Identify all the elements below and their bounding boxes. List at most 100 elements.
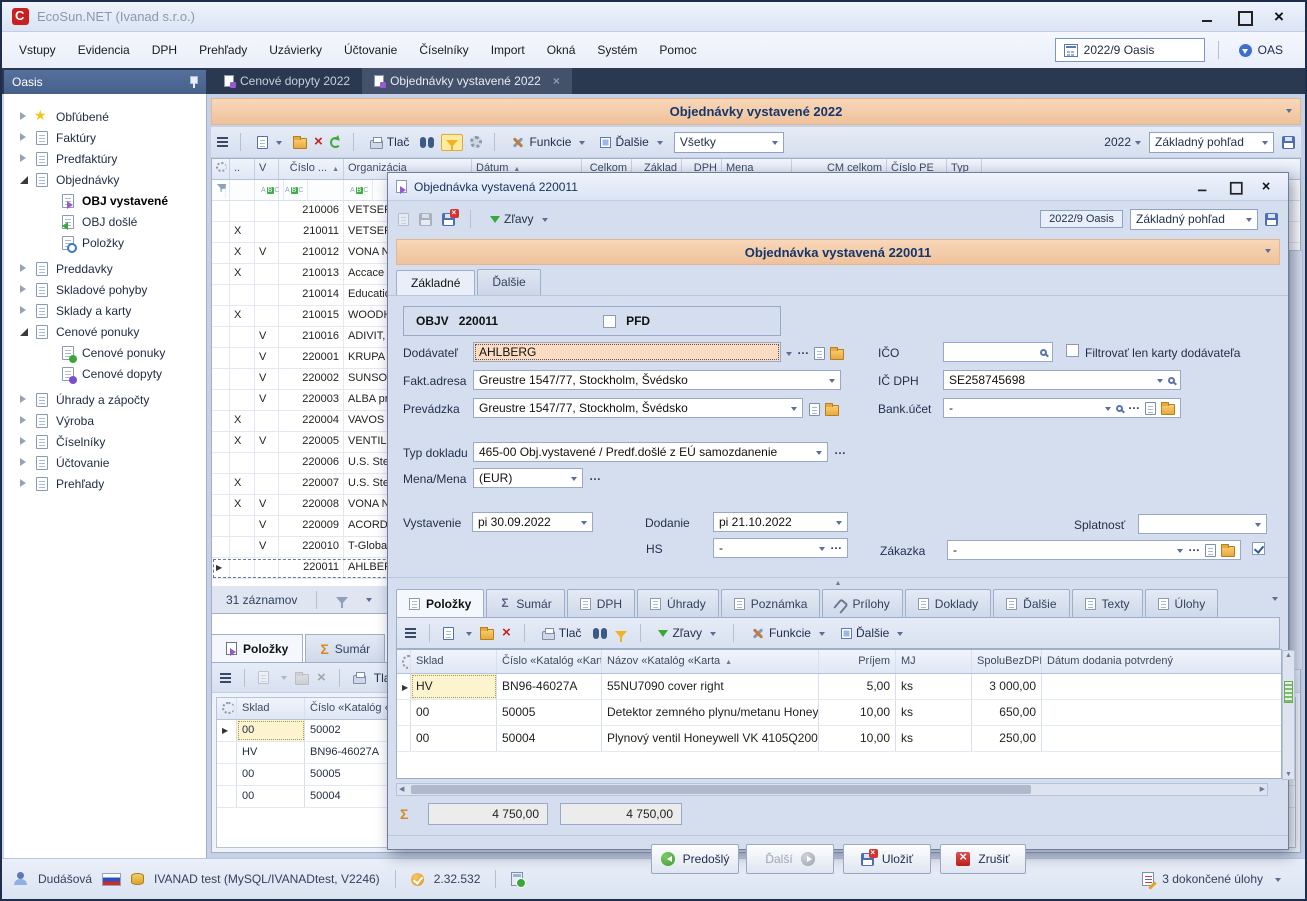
discounts-menu-button[interactable]: Zľavy xyxy=(654,623,720,643)
printer-icon[interactable] xyxy=(353,675,366,684)
sidebar-header[interactable]: Oasis xyxy=(4,70,206,94)
tree-expander-icon[interactable] xyxy=(20,416,30,426)
tree-expander-icon[interactable] xyxy=(20,238,30,248)
tree-expander-icon[interactable] xyxy=(20,348,30,358)
issued-date-field[interactable]: pi 30.09.2022 xyxy=(472,512,593,532)
tree-item[interactable]: Prehľady xyxy=(4,473,206,494)
icdph-field[interactable]: SE258745698 xyxy=(943,370,1181,390)
save-close-icon[interactable] xyxy=(442,213,455,226)
ico-field[interactable] xyxy=(943,342,1053,362)
tree-expander-icon[interactable] xyxy=(20,133,30,143)
document-tab[interactable]: Objednávky vystavené 2022 xyxy=(362,68,572,94)
detail-tab[interactable]: Ďalšie xyxy=(993,589,1069,617)
dialog-view-select[interactable]: Základný pohľad xyxy=(1130,209,1258,230)
tree-item[interactable]: Objednávky xyxy=(4,169,206,190)
dialog-minimize-button[interactable] xyxy=(1197,181,1209,191)
period-selector[interactable]: 2022/9 Oasis xyxy=(1055,38,1205,62)
column-header[interactable]: Sklad xyxy=(411,650,497,673)
search-icon[interactable] xyxy=(593,628,607,639)
tree-expander-icon[interactable] xyxy=(20,306,30,316)
dialog-maximize-button[interactable] xyxy=(1229,181,1241,191)
grid-settings-icon[interactable] xyxy=(402,655,411,669)
open-address-icon[interactable] xyxy=(825,405,839,416)
due-date-field[interactable] xyxy=(1138,514,1267,534)
open-account-icon[interactable] xyxy=(1161,404,1175,415)
pin-icon[interactable] xyxy=(188,75,198,89)
menu-item[interactable]: Účtovanie xyxy=(333,38,408,62)
new-order-icon[interactable] xyxy=(1205,544,1216,557)
column-header[interactable]: SpoluBezDPH xyxy=(972,650,1042,673)
tree-expander-icon[interactable] xyxy=(20,285,30,295)
tree-item[interactable]: Obľúbené xyxy=(4,106,206,127)
detail-tab[interactable]: Prílohy xyxy=(822,589,902,617)
menu-icon[interactable] xyxy=(217,137,228,139)
tree-item[interactable]: Účtovanie xyxy=(4,452,206,473)
open-order-icon[interactable] xyxy=(1221,546,1235,557)
detail-tab[interactable]: Položky xyxy=(396,589,484,617)
tab-overflow-icon[interactable] xyxy=(1272,597,1278,604)
table-row[interactable]: HV BN96-46027A 55NU7090 cover right 5,00… xyxy=(397,674,1281,700)
bank-field[interactable]: - xyxy=(943,398,1181,418)
tree-item[interactable]: Číselníky xyxy=(4,431,206,452)
invoice-address-field[interactable]: Greustre 1547/77, Stockholm, Švédsko xyxy=(473,370,841,390)
search-icon[interactable] xyxy=(1040,349,1047,356)
menu-icon[interactable] xyxy=(405,628,416,630)
delete-item-icon[interactable] xyxy=(502,626,511,640)
more-menu-button[interactable]: Ďalšie xyxy=(837,623,907,643)
column-header[interactable]: Príjem xyxy=(819,650,896,673)
tree-expander-icon[interactable] xyxy=(20,264,30,274)
cancel-button[interactable]: Zrušiť xyxy=(940,844,1026,874)
discounts-menu-button[interactable]: Zľavy xyxy=(486,209,552,229)
tree-item[interactable]: Cenové ponuky xyxy=(4,342,206,363)
tree-item[interactable]: Skladové pohyby xyxy=(4,279,206,300)
open-item-icon[interactable] xyxy=(480,629,494,640)
tree-expander-icon[interactable] xyxy=(20,154,30,164)
tree-item[interactable]: Sklady a karty xyxy=(4,300,206,321)
column-header[interactable]: .. xyxy=(230,159,255,179)
tab-zakladne[interactable]: Základné xyxy=(396,270,475,296)
save-view-icon[interactable] xyxy=(1265,213,1278,226)
scrollbar-thumb[interactable] xyxy=(1284,681,1293,703)
table-row[interactable]: 00 50004 Plynový ventil Honeywell VK 410… xyxy=(397,726,1281,752)
tree-expander-icon[interactable] xyxy=(20,112,30,122)
menu-item[interactable]: Číselníky xyxy=(408,38,479,62)
tree-expander-icon[interactable] xyxy=(20,369,30,379)
detail-tab[interactable]: Úhrady xyxy=(637,589,719,617)
menu-item[interactable]: Evidencia xyxy=(67,38,141,62)
vertical-scrollbar[interactable] xyxy=(1289,250,1303,670)
filter-funnel-icon[interactable] xyxy=(615,631,627,638)
filter-type-select[interactable]: Všetky xyxy=(674,132,784,153)
save-button[interactable]: Uložiť xyxy=(843,844,931,874)
delete-icon[interactable] xyxy=(314,135,323,149)
grid-settings-icon[interactable] xyxy=(222,702,235,714)
doc-kind-field[interactable]: 465-00 Obj.vystavené / Predf.došlé z EÚ … xyxy=(473,442,828,462)
new-card-icon[interactable] xyxy=(814,347,825,360)
hs-field[interactable]: - xyxy=(713,538,848,558)
supplier-field[interactable]: AHLBERG xyxy=(473,342,781,362)
tree-item[interactable]: Faktúry xyxy=(4,127,206,148)
column-header[interactable]: Číslo ... xyxy=(279,159,344,179)
previous-button[interactable]: Predošlý xyxy=(651,844,739,874)
print-button[interactable]: Tlač xyxy=(366,132,414,152)
new-item-icon[interactable] xyxy=(443,627,454,640)
order-lookup-button[interactable] xyxy=(1188,543,1200,557)
tree-item[interactable]: Výroba xyxy=(4,410,206,431)
column-header[interactable]: Názov «Katalóg «Karta xyxy=(602,650,819,673)
language-flag-icon[interactable] xyxy=(102,873,121,886)
table-row[interactable]: 00 50005 Detektor zemného plynu/metanu H… xyxy=(397,700,1281,726)
detail-tab[interactable]: Úlohy xyxy=(1145,589,1219,617)
tab-dalsie[interactable]: Ďalšie xyxy=(477,269,540,295)
search-icon[interactable] xyxy=(420,137,434,148)
tree-expander-icon[interactable] xyxy=(20,437,30,447)
tree-expander-icon[interactable] xyxy=(20,458,30,468)
banner-dropdown-icon[interactable] xyxy=(1286,109,1292,116)
new-address-icon[interactable] xyxy=(809,403,820,416)
hs-lookup-button[interactable] xyxy=(830,541,842,555)
banner-dropdown-icon[interactable] xyxy=(1265,249,1271,256)
menu-item[interactable]: DPH xyxy=(141,38,188,62)
tree-expander-icon[interactable] xyxy=(20,196,30,206)
detail-tab[interactable]: Texty xyxy=(1072,589,1143,617)
more-menu-button[interactable]: Ďalšie xyxy=(596,132,666,152)
settings-gear-icon[interactable] xyxy=(470,136,482,148)
grid-settings-icon[interactable] xyxy=(216,162,227,172)
